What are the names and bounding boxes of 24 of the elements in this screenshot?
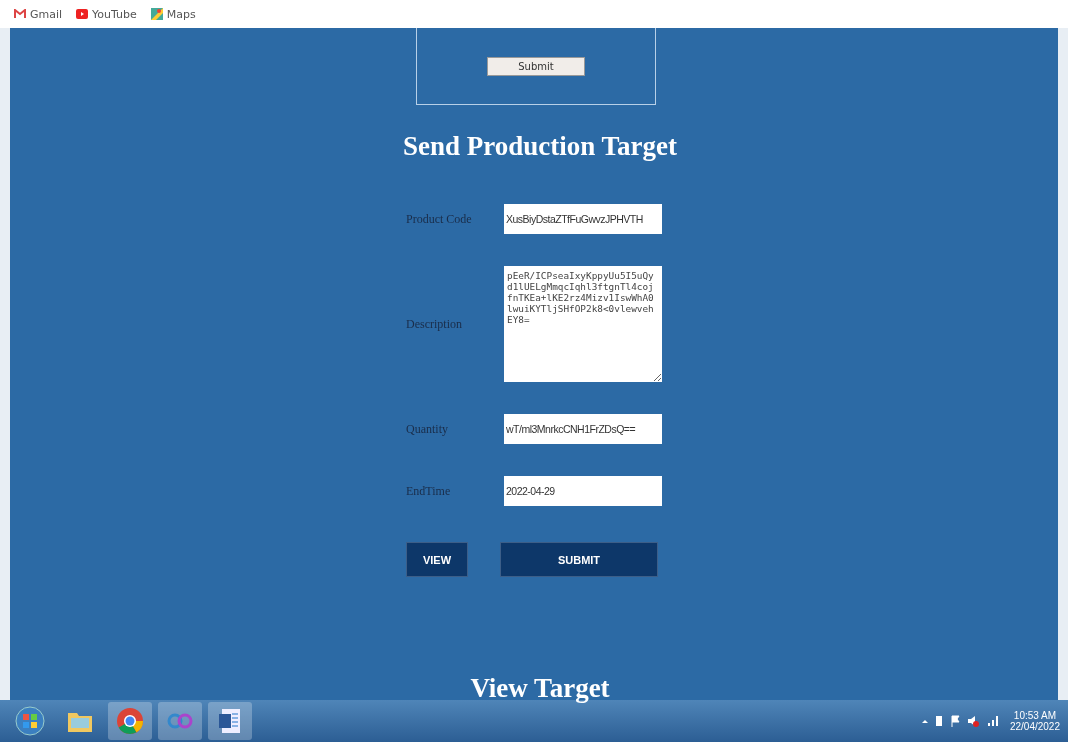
input-field[interactable]: 2022-04-29 [504, 476, 662, 506]
section-heading: View Target [470, 673, 610, 704]
start-orb-icon[interactable] [15, 706, 45, 736]
chrome-icon[interactable] [116, 707, 144, 735]
clock-date: 22/04/2022 [1009, 721, 1060, 732]
clock-time: 10:53 AM [1013, 710, 1057, 721]
submit-button[interactable]: Submit [487, 56, 585, 76]
view-button[interactable]: VIEW [406, 542, 468, 577]
input-field[interactable]: wT/ml3MnrkcCNH1FrZDsQ== [504, 414, 662, 444]
map-icon [150, 8, 163, 20]
bookmark-link[interactable]: Maps [166, 7, 196, 21]
input-field[interactable]: XusBiyDstaZTfFuGwvzJPHVTH [504, 204, 662, 234]
field-label: Description [406, 316, 463, 332]
bookmark-link[interactable]: YouTube [92, 7, 137, 21]
section-heading: Send Production Target [402, 131, 678, 162]
field-label: Quantity [406, 421, 449, 437]
gmail-icon [14, 9, 26, 19]
submit-button[interactable]: SUBMIT [500, 542, 658, 577]
youtube-icon [76, 9, 89, 19]
field-label: EndTime [406, 483, 452, 499]
bookmark-link[interactable]: Gmail [30, 7, 63, 21]
field-label: Product Code [406, 211, 473, 227]
document-icon[interactable] [218, 708, 242, 734]
description-field[interactable]: pEeR/ICPseaIxyKppyUu5I5uQyd1lUELgMmqcIqhl3ftgnTl4cojfnTKEa+lKE2rz4Mizv1IswWhA0lwuiKYTljSHfOP2k8<0vlewvehEY8= [504, 266, 662, 382]
